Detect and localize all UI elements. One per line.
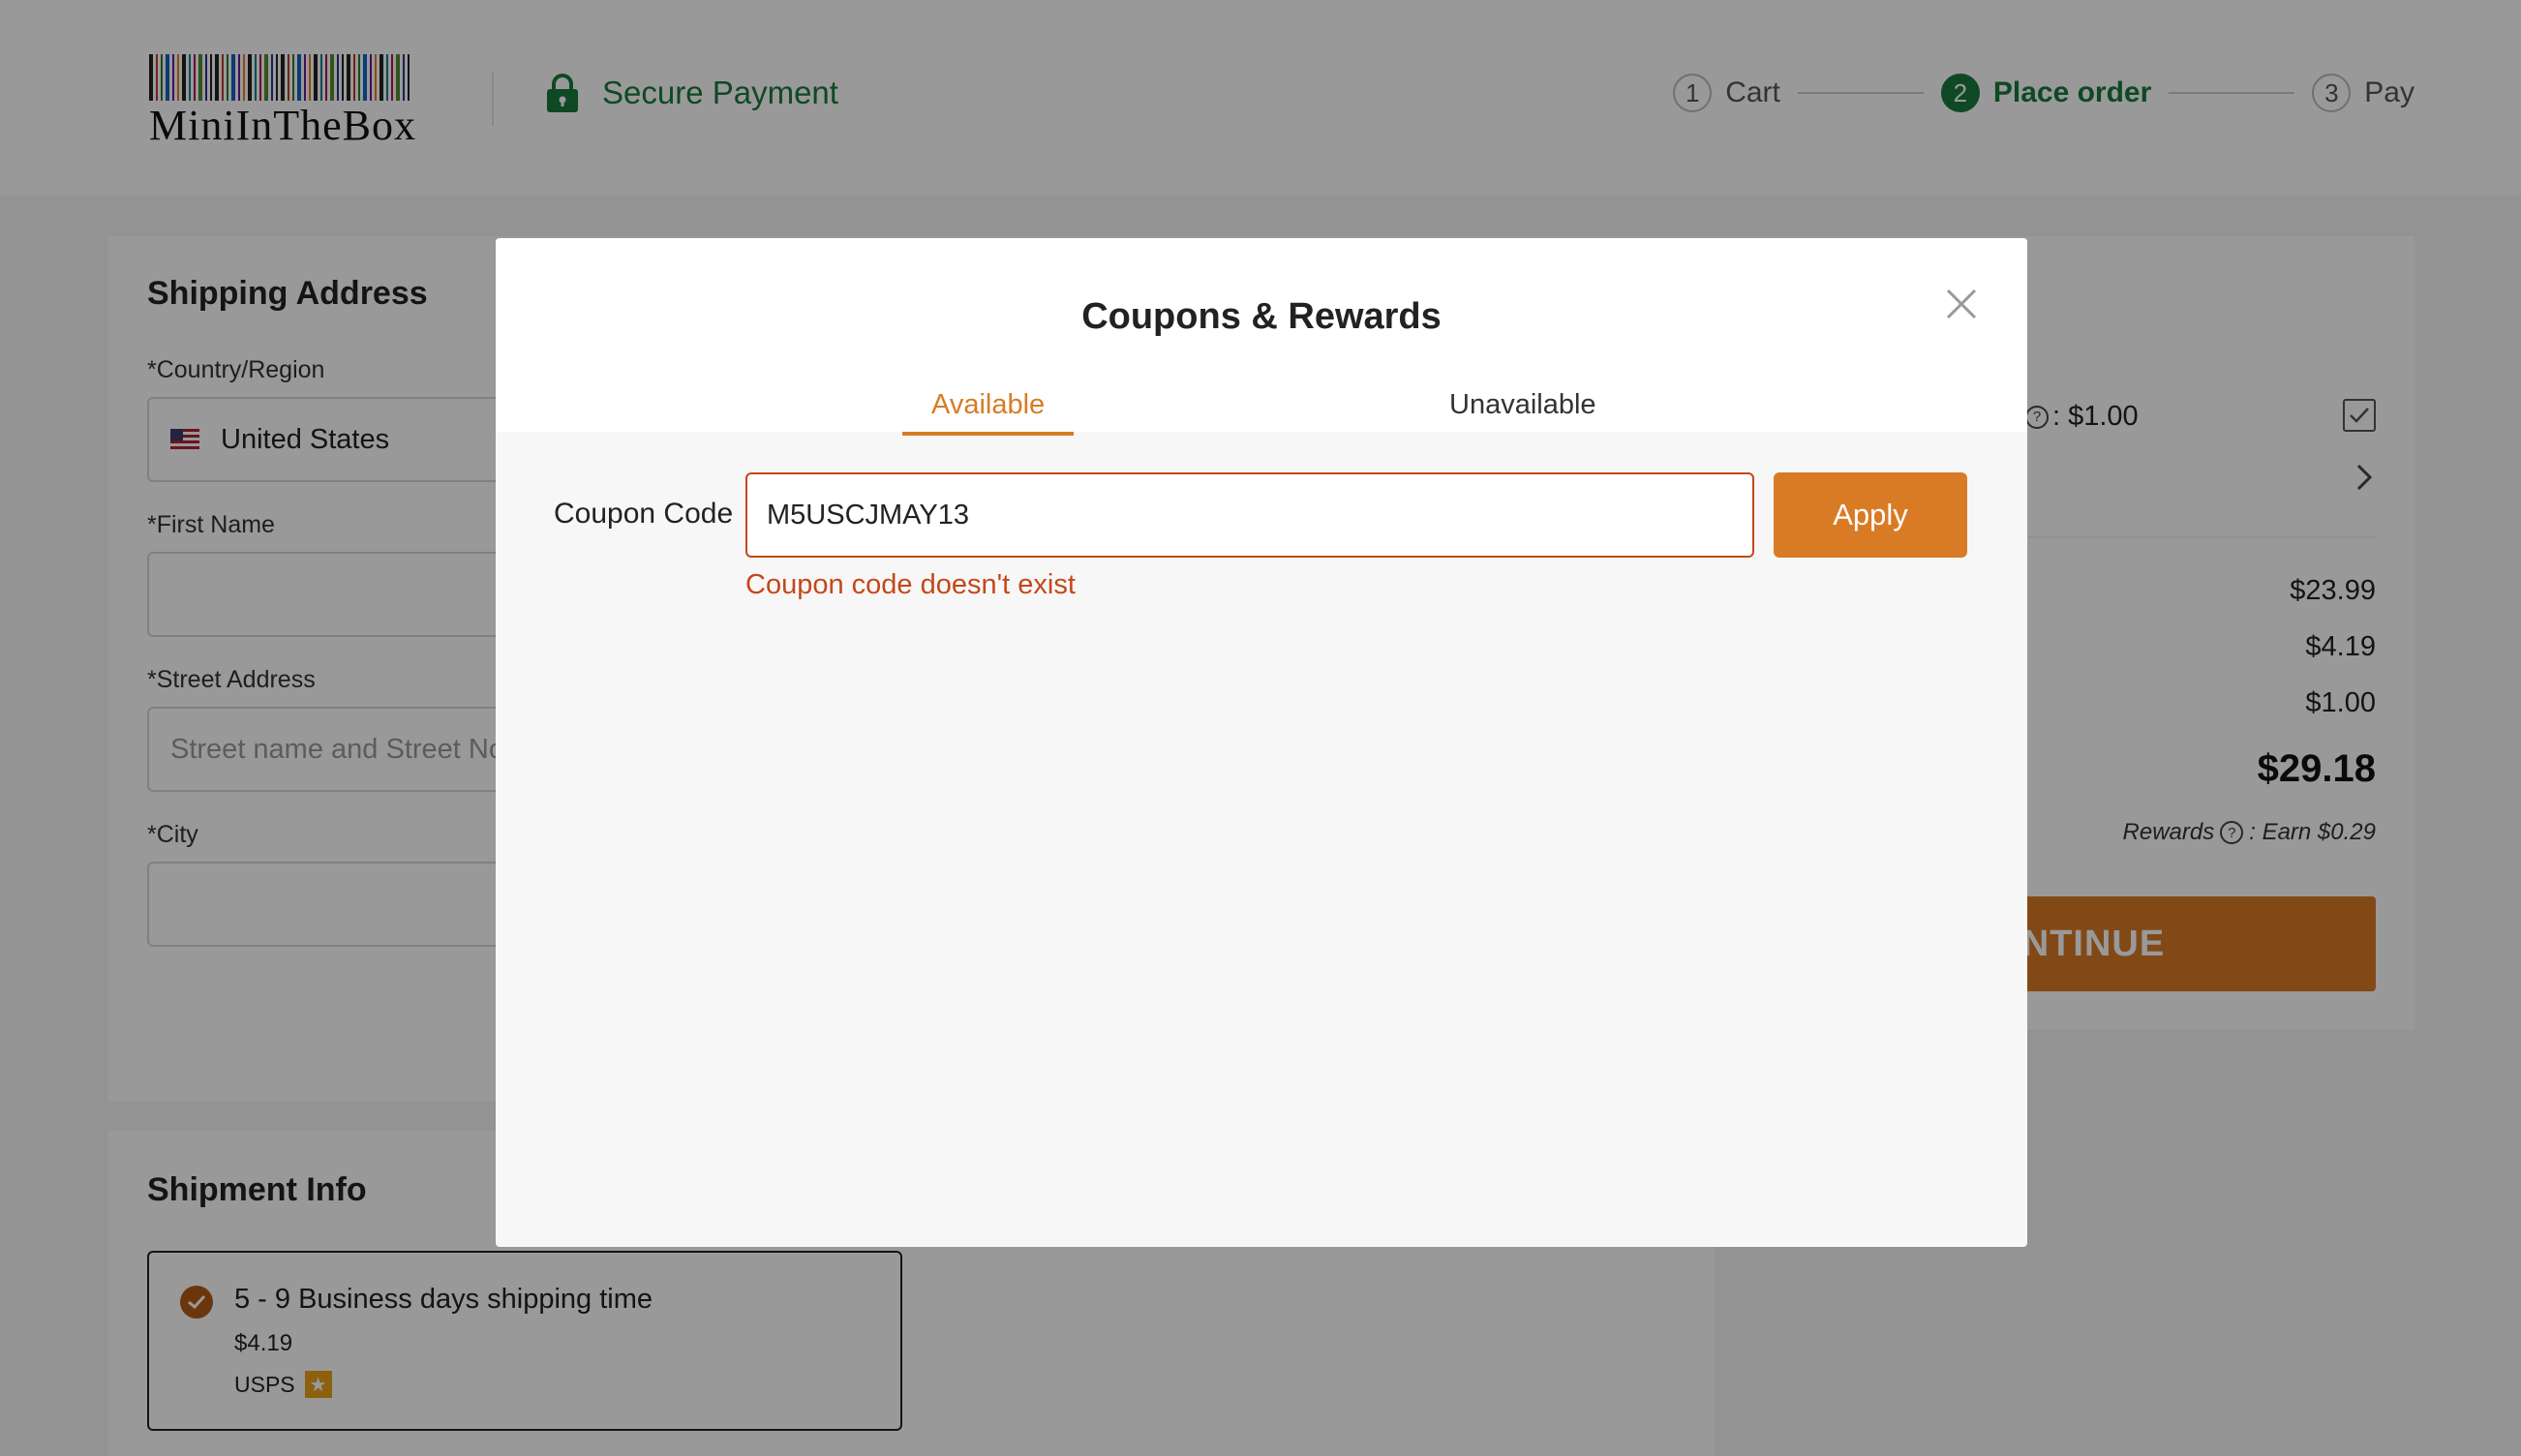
tab-unavailable[interactable]: Unavailable [1420, 389, 1625, 436]
apply-button[interactable]: Apply [1774, 472, 1967, 558]
coupon-error-message: Coupon code doesn't exist [745, 569, 1076, 600]
coupon-code-label: Coupon Code [554, 498, 734, 530]
modal-header: Coupons & Rewards Available Unavailable [496, 238, 2027, 436]
coupons-rewards-modal: Coupons & Rewards Available Unavailable … [496, 238, 2027, 1247]
tab-available[interactable]: Available [902, 389, 1075, 436]
coupon-code-input[interactable] [745, 472, 1754, 558]
close-icon[interactable] [1942, 285, 1981, 323]
modal-title: Coupons & Rewards [1081, 296, 1442, 337]
